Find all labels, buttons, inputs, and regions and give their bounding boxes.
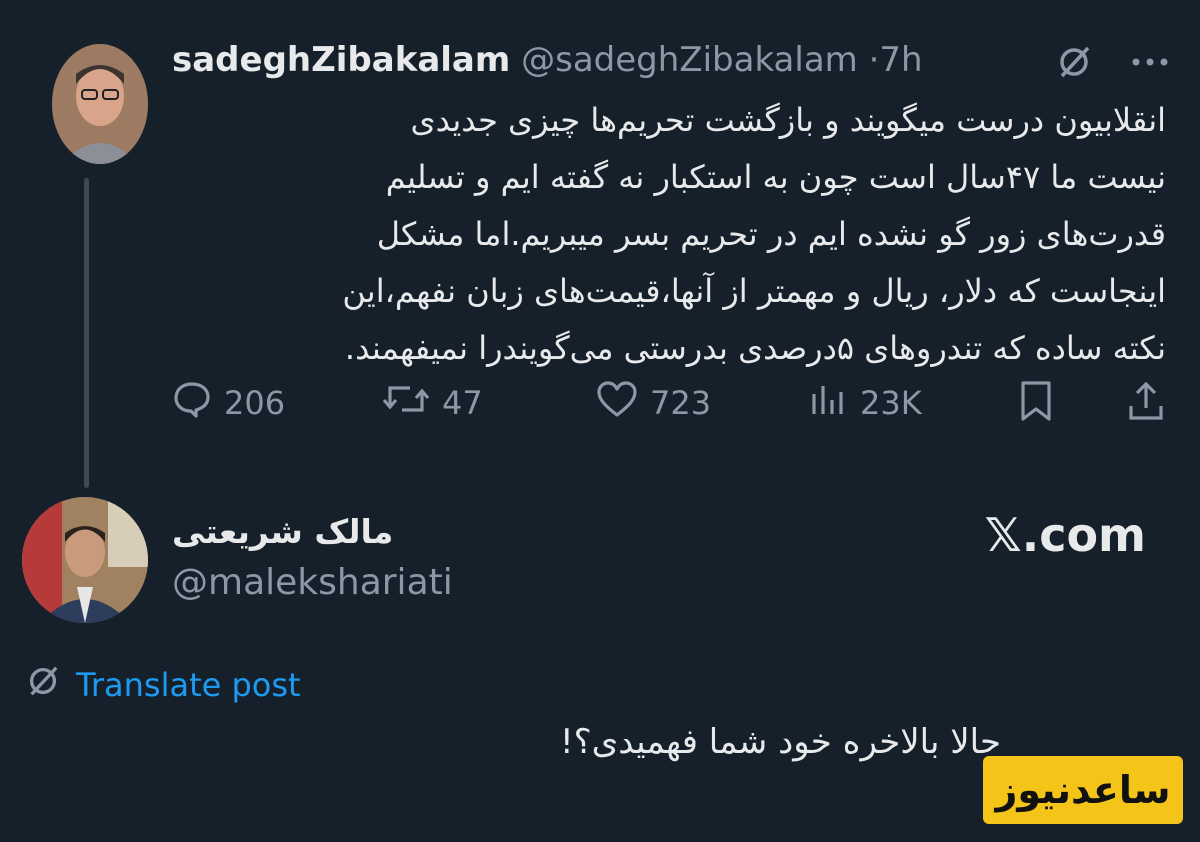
tweet-text-line: نیست ما ۴۷سال است چون به استکبار نه گفته…: [385, 158, 1166, 196]
author-handle[interactable]: @sadeghZibakalam: [521, 40, 858, 80]
watermark-logo: ساعدنیوز: [983, 756, 1183, 824]
bookmark-button[interactable]: [1018, 380, 1054, 430]
more-icon[interactable]: [1130, 56, 1170, 68]
author-name[interactable]: sadeghZibakalam: [172, 40, 510, 80]
tweet-text-line: اینجاست که دلار، ریال و مهمتر از آنها،قی…: [342, 272, 1166, 310]
like-count: 723: [650, 384, 712, 422]
reply-count: 206: [224, 384, 286, 422]
tweet-time[interactable]: 7h: [879, 40, 922, 80]
tweet-text-line: انقلابیون درست میگویند و بازگشت تحریم‌ها…: [410, 101, 1166, 139]
x-brand-label: 𝕏.com: [984, 508, 1146, 562]
reply-button[interactable]: 206: [172, 380, 285, 426]
separator-dot: ·: [868, 40, 880, 80]
tweet-text-line: قدرت‌های زور گو نشده ایم در تحریم بسر می…: [376, 215, 1166, 253]
quote-author-name[interactable]: مالک شریعتی: [172, 512, 412, 551]
views-icon: [808, 380, 848, 426]
tweet-top-actions: [1054, 42, 1170, 82]
translate-post-label: Translate post: [76, 666, 301, 704]
tweet-text: انقلابیون درست میگویند و بازگشت تحریم‌ها…: [166, 92, 1166, 377]
reply-icon: [172, 380, 212, 426]
repost-count: 47: [442, 384, 483, 422]
translate-post-button[interactable]: Translate post: [24, 662, 301, 708]
author-avatar[interactable]: [52, 44, 148, 164]
bookmark-icon: [1018, 380, 1054, 430]
quote-author-avatar[interactable]: [22, 497, 148, 623]
like-icon: [596, 380, 638, 426]
grok-icon[interactable]: [1054, 42, 1094, 82]
repost-icon: [382, 380, 430, 426]
repost-button[interactable]: 47: [382, 380, 483, 426]
translate-icon: [24, 662, 62, 708]
share-icon: [1126, 380, 1166, 430]
tweet-text-line: نکته ساده که تندروهای ۵درصدی بدرستی می‌گ…: [344, 329, 1166, 367]
thread-line: [84, 178, 89, 488]
views-button[interactable]: 23K: [808, 380, 922, 426]
like-button[interactable]: 723: [596, 380, 711, 426]
views-count: 23K: [860, 384, 922, 422]
tweet-header: sadeghZibakalam @sadeghZibakalam ·7h: [172, 40, 923, 80]
share-button[interactable]: [1126, 380, 1166, 430]
tweet-actions: 206 47 723 23K: [172, 380, 1172, 430]
quote-author-handle[interactable]: @malekshariati: [172, 562, 453, 603]
